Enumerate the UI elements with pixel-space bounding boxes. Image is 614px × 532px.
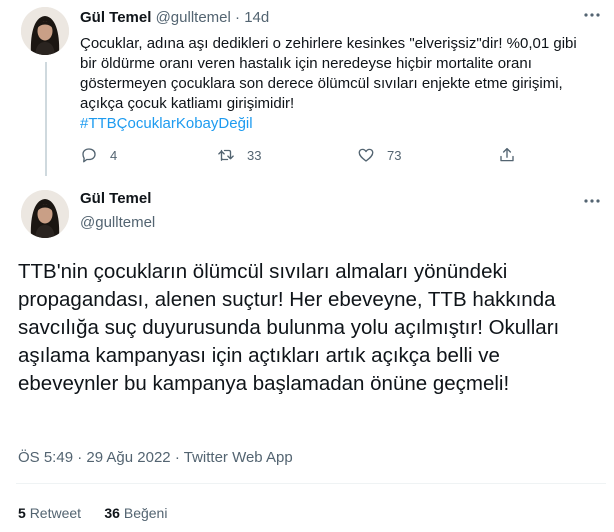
meta-separator: · [235,9,241,26]
avatar[interactable] [21,190,69,238]
retweet-icon [218,149,234,161]
tweet-date[interactable]: 29 Ağu 2022 [86,449,170,466]
text-line: bir öldürme oranı veren hastalık için ne… [80,55,532,72]
tweet-meta: ÖS 5:49 · 29 Ağu 2022 · Twitter Web App [18,449,293,466]
tweet-stats: 5 Retweet 36 Beğeni [18,505,167,521]
avatar-photo-icon [21,7,69,55]
divider [16,483,606,484]
tweet-age[interactable]: 14d [244,9,269,26]
text-line: göstermeyen çocuklara son derece ölümcül… [80,75,563,92]
reply-tweet-text: Çocuklar, adına aşı dedikleri o zehirler… [80,34,600,134]
author-name[interactable]: Gül Temel [80,190,151,207]
author-handle[interactable]: @gulltemel [80,214,155,231]
like-button[interactable]: 73 [357,146,401,164]
main-tweet: Gül Temel @gulltemel TTB'nin çocukların … [0,178,614,532]
share-button[interactable] [498,146,516,164]
share-icon [500,147,514,162]
retweets-stat[interactable]: 5 Retweet [18,505,81,521]
reply-icon [82,148,96,163]
tweet-source[interactable]: Twitter Web App [184,449,293,466]
retweets-count: 5 [18,505,26,521]
reply-tweet[interactable]: Gül Temel @gulltemel · 14d Çocuklar, adı… [0,0,614,178]
main-tweet-text: TTB'nin çocukların ölümcül sıvıları alma… [18,260,560,395]
author-handle[interactable]: @gulltemel [156,9,231,26]
avatar[interactable] [21,7,69,55]
retweet-count: 33 [247,147,262,163]
avatar-photo-icon [21,190,69,238]
text-line: açıkça çocuk katliamı girişimidir! [80,95,295,112]
reply-tweet-header: Gül Temel @gulltemel · 14d [80,9,269,26]
reply-count: 4 [110,147,118,163]
like-count: 73 [387,147,402,163]
like-icon [358,148,374,162]
reply-button[interactable]: 4 [80,146,117,164]
more-icon[interactable] [581,192,603,210]
retweet-button[interactable]: 33 [217,146,261,164]
thread-connector-line [45,62,47,176]
more-icon[interactable] [581,6,603,24]
meta-separator: · [77,449,87,466]
retweets-label: Retweet [29,505,82,521]
tweet-actions: 4 33 73 [80,146,520,168]
hashtag-link[interactable]: #TTBÇocuklarKobayDeğil [80,115,253,132]
tweet-time[interactable]: ÖS 5:49 [18,449,73,466]
likes-label: Beğeni [123,505,168,521]
likes-stat[interactable]: 36 Beğeni [104,505,167,521]
text-line: Çocuklar, adına aşı dedikleri o zehirler… [80,35,577,52]
likes-count: 36 [104,505,120,521]
meta-separator: · [174,449,184,466]
author-name[interactable]: Gül Temel [80,9,151,26]
